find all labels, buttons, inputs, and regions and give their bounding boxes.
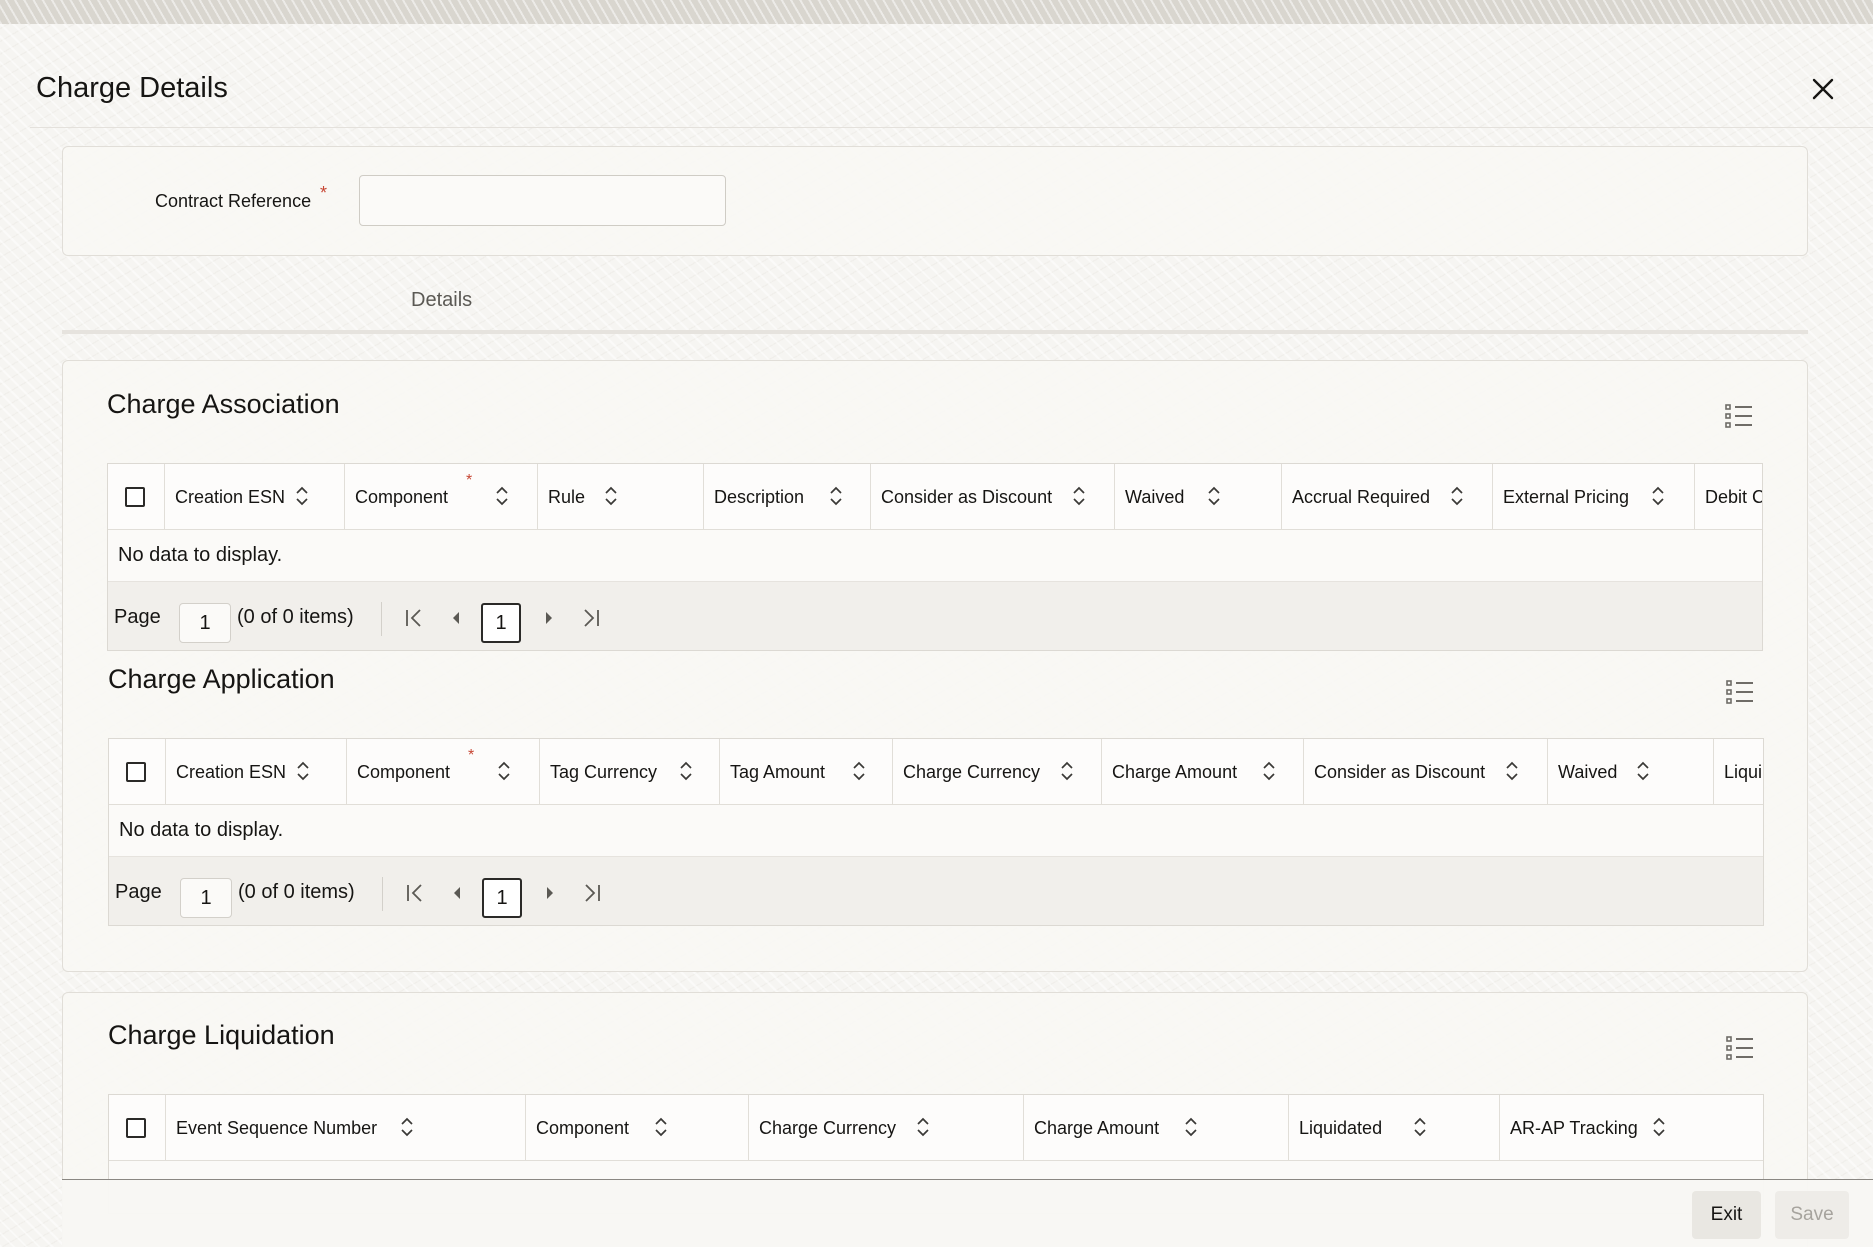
sort-icon[interactable] — [296, 760, 310, 782]
contract-reference-input[interactable] — [359, 175, 726, 226]
sort-icon[interactable] — [1413, 1116, 1427, 1138]
column-tag-amount[interactable]: Tag Amount — [719, 739, 892, 805]
pager-divider — [381, 602, 382, 636]
column-component[interactable]: Component * — [346, 739, 539, 805]
details-panel: Charge Association Creation ESN Componen… — [62, 360, 1808, 972]
column-management-icon[interactable] — [1725, 403, 1753, 429]
grid-header: Event Sequence Number Component Charge C… — [109, 1095, 1763, 1161]
page-label: Page — [114, 606, 161, 628]
column-charge-currency[interactable]: Charge Currency — [748, 1095, 1023, 1161]
sort-icon[interactable] — [295, 485, 309, 507]
column-creation-esn[interactable]: Creation ESN — [165, 739, 346, 805]
sort-icon[interactable] — [829, 485, 843, 507]
sort-icon[interactable] — [1652, 1116, 1666, 1138]
current-page-button[interactable]: 1 — [482, 878, 522, 918]
title-separator — [30, 127, 1873, 128]
column-debit[interactable]: Debit C — [1694, 464, 1762, 530]
column-tag-currency[interactable]: Tag Currency — [539, 739, 719, 805]
column-management-icon[interactable] — [1726, 1035, 1754, 1061]
grid-header: Creation ESN Component * Rule Descriptio… — [108, 464, 1762, 530]
column-rule[interactable]: Rule — [537, 464, 703, 530]
previous-page-icon[interactable] — [445, 881, 469, 905]
exit-button[interactable]: Exit — [1692, 1191, 1761, 1239]
sort-icon[interactable] — [400, 1116, 414, 1138]
sort-icon[interactable] — [654, 1116, 668, 1138]
sort-icon[interactable] — [916, 1116, 930, 1138]
current-page-button[interactable]: 1 — [481, 603, 521, 643]
column-accrual-required[interactable]: Accrual Required — [1281, 464, 1492, 530]
item-count: (0 of 0 items) — [237, 606, 354, 628]
sort-icon[interactable] — [495, 485, 509, 507]
sort-icon[interactable] — [1072, 485, 1086, 507]
empty-message: No data to display. — [119, 819, 284, 841]
column-liquidated[interactable]: Liqui — [1713, 739, 1763, 805]
pagination: Page (0 of 0 items) 1 — [109, 856, 1763, 925]
first-page-icon[interactable] — [402, 606, 426, 630]
select-all-checkbox[interactable] — [125, 487, 145, 507]
select-all-checkbox[interactable] — [126, 762, 146, 782]
sort-icon[interactable] — [1184, 1116, 1198, 1138]
sort-icon[interactable] — [1651, 485, 1665, 507]
column-creation-esn[interactable]: Creation ESN — [164, 464, 344, 530]
next-page-icon[interactable] — [538, 881, 562, 905]
footer-bar — [62, 1180, 1873, 1247]
sort-icon[interactable] — [604, 485, 618, 507]
column-external-pricing[interactable]: External Pricing — [1492, 464, 1694, 530]
column-component[interactable]: Component * — [344, 464, 537, 530]
column-charge-amount[interactable]: Charge Amount — [1101, 739, 1303, 805]
last-page-icon[interactable] — [579, 606, 603, 630]
column-waived[interactable]: Waived — [1547, 739, 1713, 805]
required-marker: * — [468, 747, 475, 764]
close-button[interactable] — [1806, 72, 1840, 106]
next-page-icon[interactable] — [537, 606, 561, 630]
sort-icon[interactable] — [1450, 485, 1464, 507]
dialog-title: Charge Details — [36, 72, 228, 104]
charge-application-title: Charge Application — [108, 664, 335, 694]
window-top-strip — [0, 0, 1873, 24]
sort-icon[interactable] — [1060, 760, 1074, 782]
sort-icon[interactable] — [679, 760, 693, 782]
column-description[interactable]: Description — [703, 464, 870, 530]
charge-liquidation-title: Charge Liquidation — [108, 1020, 335, 1050]
pager-divider — [382, 877, 383, 911]
empty-message: No data to display. — [118, 544, 283, 566]
column-consider-as-discount[interactable]: Consider as Discount — [870, 464, 1114, 530]
tab-details[interactable]: Details — [411, 289, 472, 312]
save-button[interactable]: Save — [1775, 1191, 1849, 1239]
previous-page-icon[interactable] — [444, 606, 468, 630]
column-liquidated[interactable]: Liquidated — [1288, 1095, 1499, 1161]
last-page-icon[interactable] — [580, 881, 604, 905]
contract-panel: Contract Reference * — [62, 146, 1808, 256]
column-management-icon[interactable] — [1726, 679, 1754, 705]
select-all-checkbox[interactable] — [126, 1118, 146, 1138]
column-ar-ap-tracking[interactable]: AR-AP Tracking — [1499, 1095, 1763, 1161]
first-page-icon[interactable] — [403, 881, 427, 905]
sort-icon[interactable] — [497, 760, 511, 782]
column-consider-as-discount[interactable]: Consider as Discount — [1303, 739, 1547, 805]
tab-strip-divider — [62, 330, 1808, 334]
sort-icon[interactable] — [1207, 485, 1221, 507]
item-count: (0 of 0 items) — [238, 881, 355, 903]
required-marker: * — [320, 183, 328, 203]
sort-icon[interactable] — [852, 760, 866, 782]
charge-application-grid: Creation ESN Component * Tag Currency Ta… — [108, 738, 1764, 926]
column-charge-currency[interactable]: Charge Currency — [892, 739, 1101, 805]
sort-icon[interactable] — [1262, 760, 1276, 782]
column-component[interactable]: Component — [525, 1095, 748, 1161]
charge-association-grid: Creation ESN Component * Rule Descriptio… — [107, 463, 1763, 651]
column-event-sequence-number[interactable]: Event Sequence Number — [165, 1095, 525, 1161]
page-label: Page — [115, 881, 162, 903]
required-marker: * — [466, 472, 473, 489]
page-input[interactable] — [180, 878, 232, 918]
page-input[interactable] — [179, 603, 231, 643]
grid-header: Creation ESN Component * Tag Currency Ta… — [109, 739, 1763, 805]
sort-icon[interactable] — [1505, 760, 1519, 782]
contract-reference-label: Contract Reference — [155, 191, 312, 211]
pagination: Page (0 of 0 items) 1 — [108, 581, 1762, 650]
column-waived[interactable]: Waived — [1114, 464, 1281, 530]
column-charge-amount[interactable]: Charge Amount — [1023, 1095, 1288, 1161]
charge-association-title: Charge Association — [107, 389, 340, 419]
sort-icon[interactable] — [1636, 760, 1650, 782]
close-icon — [1812, 78, 1834, 100]
